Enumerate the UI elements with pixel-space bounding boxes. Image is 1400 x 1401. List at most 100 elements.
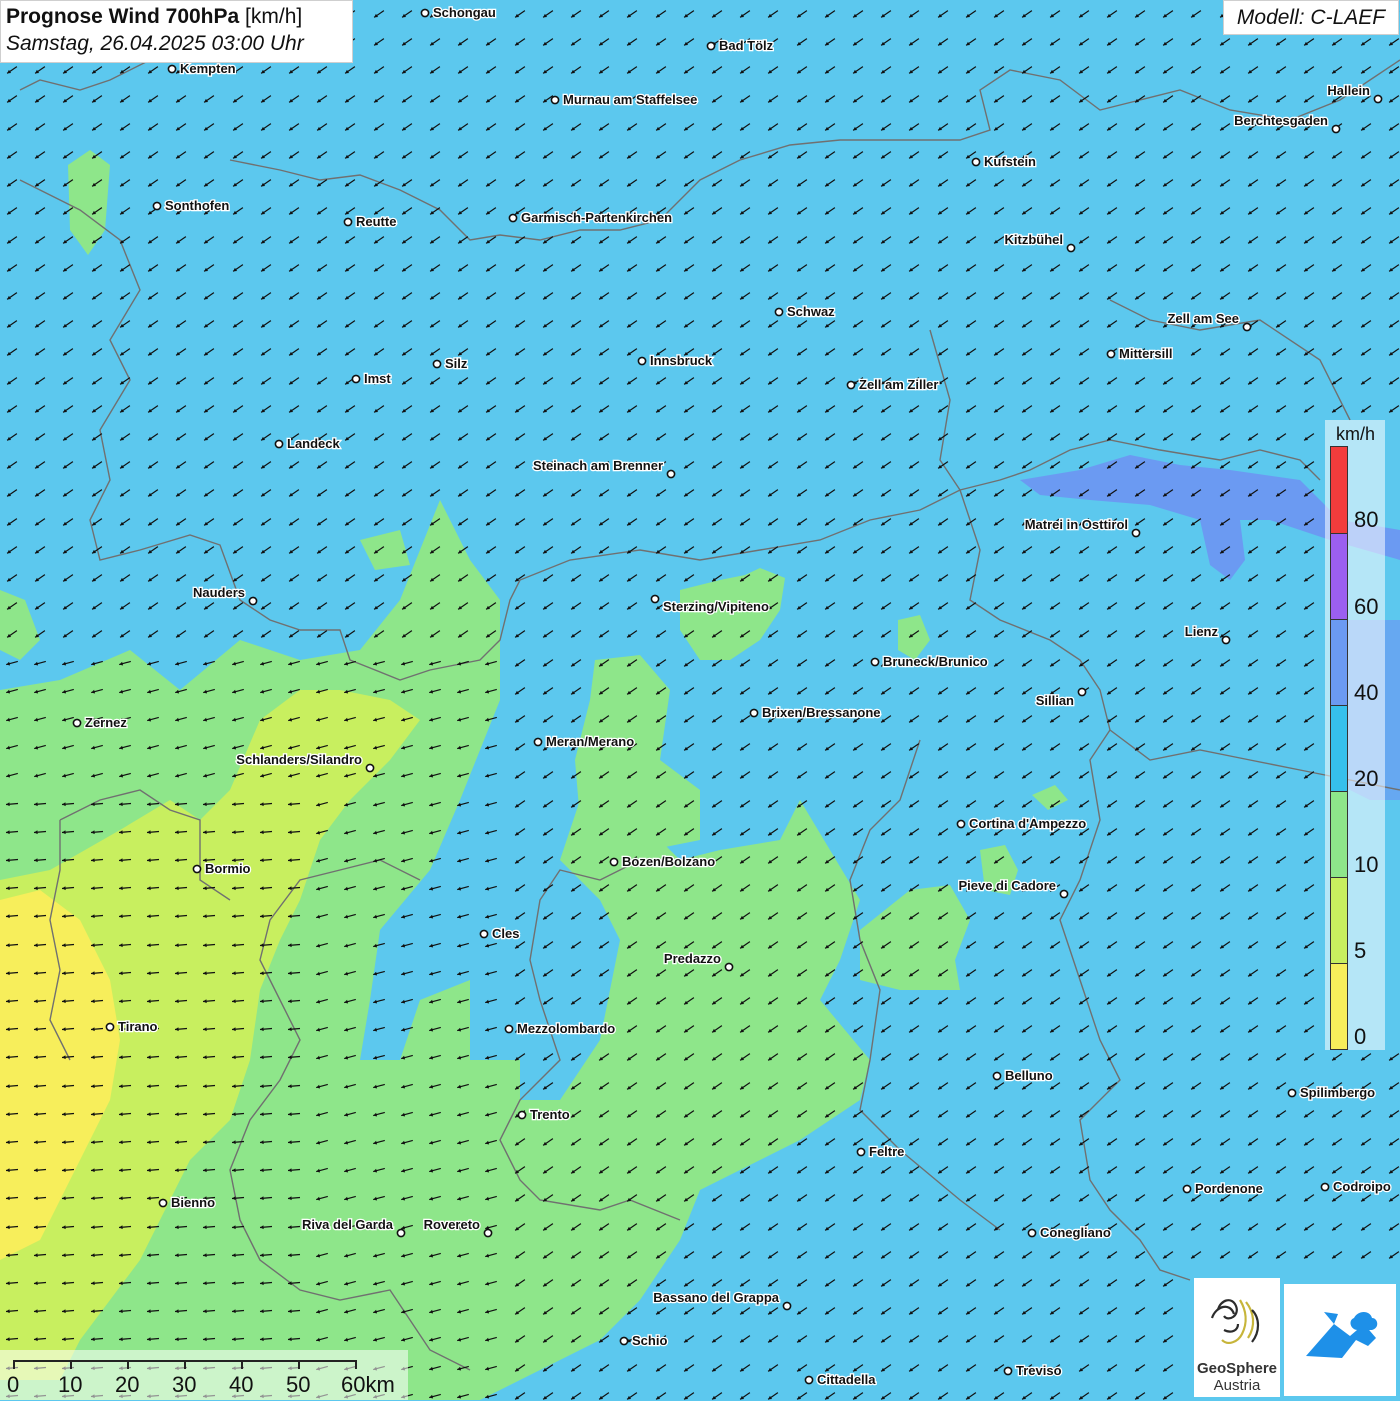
legend-tick-80: 80 <box>1354 507 1379 532</box>
city-marker-icon <box>870 657 880 667</box>
city-label: Treviso <box>1016 1363 1062 1378</box>
geosphere-logo: GeoSphere Austria <box>1194 1278 1280 1397</box>
city-marker-icon <box>192 864 202 874</box>
city-label: Trento <box>530 1107 570 1122</box>
city-marker-icon <box>248 596 258 606</box>
forecast-datetime: Samstag, 26.04.2025 03:00 Uhr <box>6 32 304 55</box>
city-marker-icon <box>274 439 284 449</box>
city-marker-icon <box>774 307 784 317</box>
city-label: Codroipo <box>1333 1179 1391 1194</box>
city-label: Sterzing/Vipiteno <box>663 599 769 614</box>
city-label: Imst <box>364 371 391 386</box>
city-label: Bad Tölz <box>719 38 774 53</box>
city-label: Schlanders/Silandro <box>236 752 362 767</box>
city-marker-icon <box>1106 349 1116 359</box>
city-marker-icon <box>1320 1182 1330 1192</box>
city-label: Bozen/Bolzano <box>622 854 715 869</box>
city-marker-icon <box>351 374 361 384</box>
city-marker-icon <box>749 708 759 718</box>
legend-bar <box>1330 446 1348 1050</box>
city-marker-icon <box>533 737 543 747</box>
legend-swatch-20 <box>1331 705 1347 791</box>
city-marker-icon <box>105 1022 115 1032</box>
city-label: Lienz <box>1185 624 1219 639</box>
city-label: Brixen/Bressanone <box>762 705 881 720</box>
city-label: Predazzo <box>664 951 721 966</box>
city-marker-icon <box>992 1071 1002 1081</box>
city-marker-icon <box>508 213 518 223</box>
map-title-unit: [km/h] <box>245 5 303 28</box>
legend-swatch-40 <box>1331 619 1347 705</box>
city-label: Garmisch-Partenkirchen <box>521 210 672 225</box>
city-marker-icon <box>1242 322 1252 332</box>
city-label: Cortina d'Ampezzo <box>969 816 1086 831</box>
city-label: Belluno <box>1005 1068 1053 1083</box>
city-marker-icon <box>365 763 375 773</box>
city-marker-icon <box>1287 1088 1297 1098</box>
city-marker-icon <box>420 8 430 18</box>
city-label: Tirano <box>118 1019 158 1034</box>
scale-tick <box>355 1360 357 1369</box>
city-marker-icon <box>666 469 676 479</box>
city-marker-icon <box>158 1198 168 1208</box>
city-marker-icon <box>343 217 353 227</box>
city-marker-icon <box>1373 94 1383 104</box>
legend-tick-60: 60 <box>1354 594 1379 619</box>
city-label: Cles <box>492 926 519 941</box>
city-marker-icon <box>846 380 856 390</box>
scale-tick <box>298 1360 300 1369</box>
map-title: Prognose Wind 700hPa [km/h] <box>6 5 347 29</box>
legend-tick-40: 40 <box>1354 680 1379 705</box>
city-label: Zell am See <box>1167 311 1239 326</box>
app-icon[interactable] <box>1284 1284 1396 1396</box>
city-label: Kempten <box>180 61 236 76</box>
legend-tick-20: 20 <box>1354 766 1379 791</box>
city-marker-icon <box>504 1024 514 1034</box>
city-marker-icon <box>1066 243 1076 253</box>
city-marker-icon <box>1003 1366 1013 1376</box>
title-box: Prognose Wind 700hPa [km/h] Samstag, 26.… <box>0 0 353 63</box>
city-label: Bienno <box>171 1195 215 1210</box>
city-label: Berchtesgaden <box>1234 113 1328 128</box>
geosphere-emblem-icon <box>1210 1299 1260 1344</box>
city-label: Silz <box>445 356 468 371</box>
city-label: Reutte <box>356 214 396 229</box>
map-title-main: Prognose Wind 700hPa <box>6 5 240 28</box>
city-marker-icon <box>724 962 734 972</box>
legend-swatch-10 <box>1331 791 1347 877</box>
city-marker-icon <box>956 819 966 829</box>
legend-swatch-0 <box>1331 963 1347 1049</box>
scale-label-20: 20 <box>115 1372 140 1397</box>
city-label: Pieve di Cadore <box>958 878 1056 893</box>
city-label: Hallein <box>1327 83 1370 98</box>
weather-app-icon <box>1306 1312 1378 1358</box>
city-label: Riva del Garda <box>302 1217 394 1232</box>
city-marker-icon <box>432 359 442 369</box>
city-label: Kufstein <box>984 154 1036 169</box>
city-label: Sonthofen <box>165 198 229 213</box>
city-marker-icon <box>619 1336 629 1346</box>
city-label: Cittadella <box>817 1372 876 1387</box>
logo-text-austria: Austria <box>1213 1377 1261 1394</box>
city-label: Spilimbergo <box>1300 1085 1375 1100</box>
city-label: Sillian <box>1036 693 1074 708</box>
legend-swatch-5 <box>1331 877 1347 963</box>
city-marker-icon <box>72 718 82 728</box>
city-marker-icon <box>1131 528 1141 538</box>
city-label: Mezzolombardo <box>517 1021 615 1036</box>
city-marker-icon <box>483 1228 493 1238</box>
scale-tick <box>241 1360 243 1369</box>
city-marker-icon <box>517 1110 527 1120</box>
city-marker-icon <box>1182 1184 1192 1194</box>
city-label: Kitzbühel <box>1005 232 1064 247</box>
city-label: Schio <box>632 1333 667 1348</box>
scale-label-60km: 60km <box>341 1372 395 1397</box>
city-marker-icon <box>396 1228 406 1238</box>
city-label: Schongau <box>433 5 496 20</box>
city-label: Murnau am Staffelsee <box>563 92 697 107</box>
legend-swatch-60 <box>1331 533 1347 619</box>
city-label: Schwaz <box>787 304 835 319</box>
city-label: Meran/Merano <box>546 734 634 749</box>
legend-unit: km/h <box>1336 424 1376 444</box>
scale-tick <box>70 1360 72 1369</box>
